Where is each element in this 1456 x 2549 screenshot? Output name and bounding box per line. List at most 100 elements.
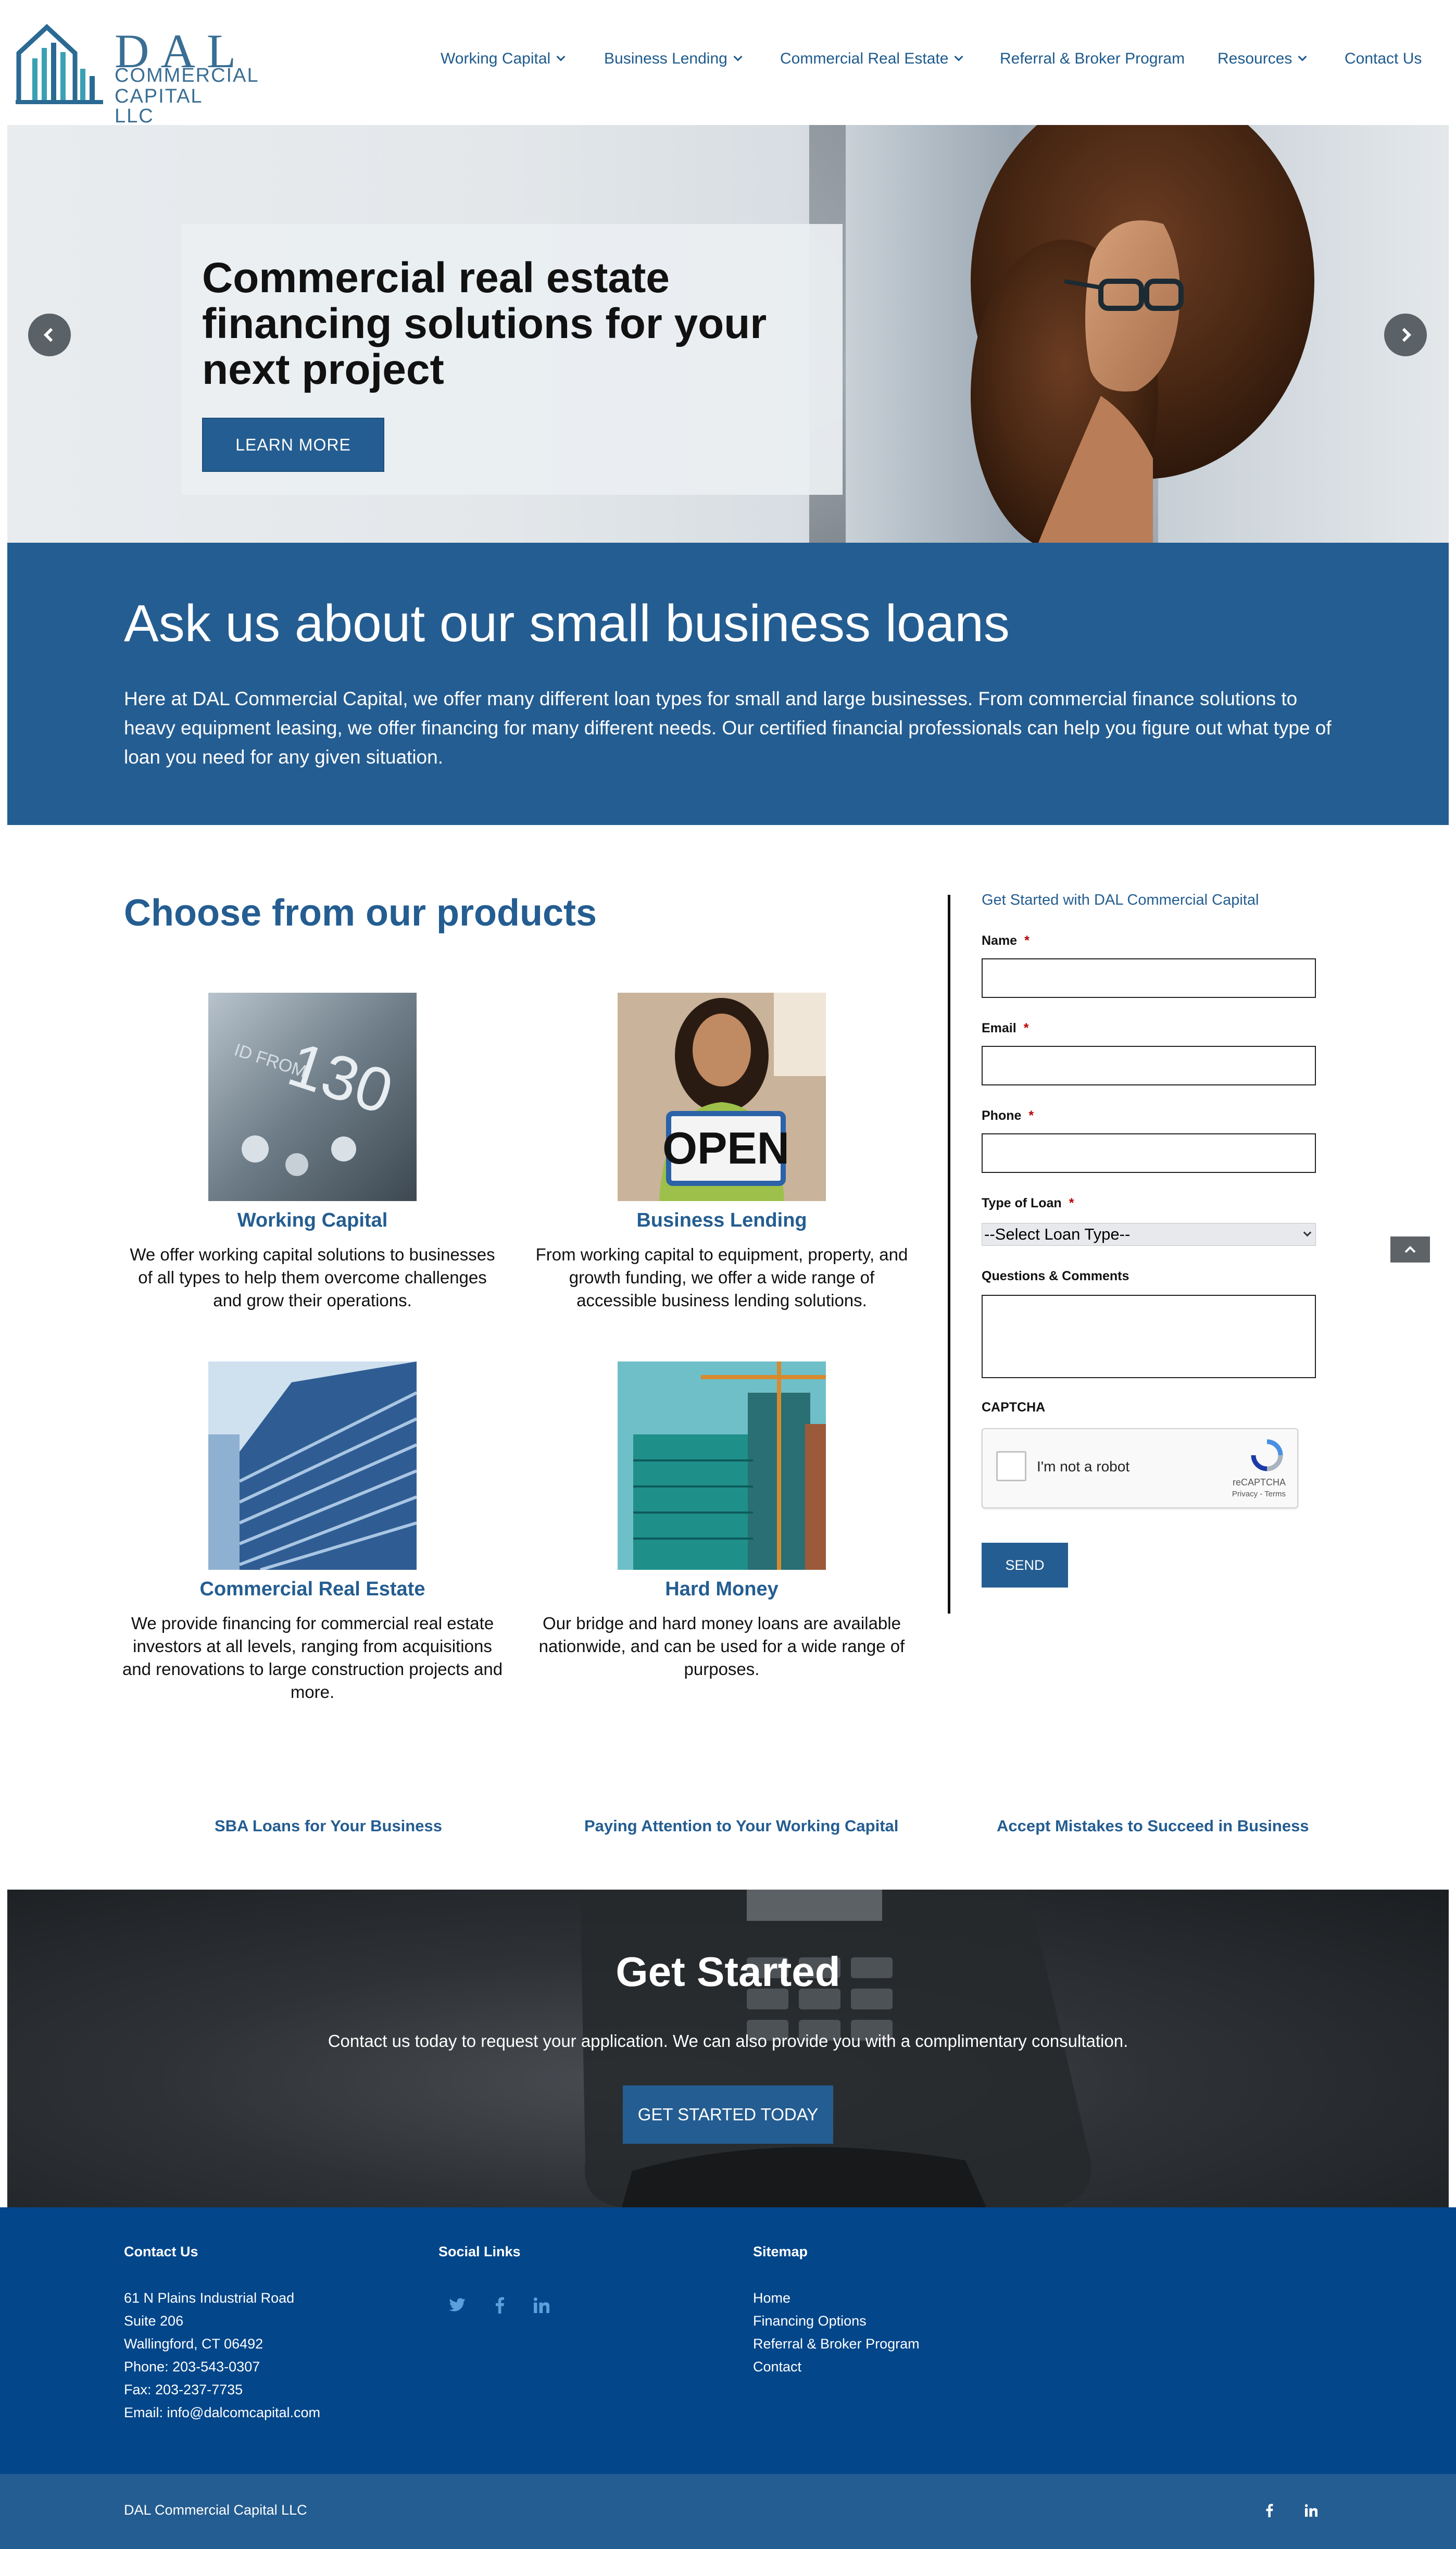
sitemap-link-contact[interactable]: Contact (753, 2355, 801, 2378)
product-description: We provide financing for commercial real… (122, 1614, 503, 1702)
chevron-up-icon (1404, 1246, 1416, 1253)
nav-item-referral-broker[interactable]: Referral & Broker Program (1000, 50, 1185, 68)
scroll-to-top-button[interactable] (1390, 1236, 1430, 1263)
facebook-icon[interactable] (489, 2295, 510, 2316)
comments-label: Questions & Comments (982, 1269, 1129, 1283)
product-description: Our bridge and hard money loans are avai… (538, 1614, 905, 1679)
hero-title: Commercial real estate financing solutio… (202, 254, 767, 393)
get-started-section: Get Started Contact us today to request … (7, 1890, 1449, 2207)
nav-item-contact-us[interactable]: Contact Us (1345, 50, 1422, 68)
phone-label: Phone * (982, 1108, 1034, 1123)
email-field[interactable] (982, 1046, 1316, 1085)
hero-woman-image (971, 125, 1314, 543)
ask-section: Ask us about our small business loans He… (7, 543, 1449, 825)
nav-item-label: Referral & Broker Program (1000, 50, 1185, 67)
hero-slider: Commercial real estate financing solutio… (7, 125, 1449, 543)
recaptcha-terms-link[interactable]: Privacy - Terms (1232, 1490, 1286, 1498)
recaptcha-widget: I'm not a robot reCAPTCHA Privacy - Term… (982, 1428, 1298, 1508)
copyright-text: DAL Commercial Capital LLC (124, 2502, 307, 2518)
hero-caption-box: Commercial real estate financing solutio… (181, 224, 843, 495)
open-sign-woman-image[interactable]: OPEN (618, 993, 826, 1201)
footer-phone: Phone: 203-543-0307 (124, 2359, 260, 2375)
footer-address-line: Wallingford, CT 06492 (124, 2336, 263, 2352)
chevron-down-icon (556, 52, 566, 61)
learn-more-button[interactable]: LEARN MORE (202, 418, 384, 472)
chevron-down-icon (1303, 1228, 1312, 1237)
required-mark: * (1024, 933, 1030, 948)
construction-site-image[interactable] (618, 1361, 826, 1570)
recaptcha-checkbox[interactable] (996, 1451, 1026, 1481)
nav-item-label: Commercial Real Estate (780, 50, 949, 67)
blog-link-sba-loans[interactable]: SBA Loans for Your Business (215, 1817, 442, 1835)
products-title: Choose from our products (124, 892, 597, 934)
required-mark: * (1023, 1021, 1029, 1035)
credit-card-image[interactable]: 130 ID FROM (208, 993, 417, 1201)
get-started-today-button[interactable]: GET STARTED TODAY (623, 2085, 833, 2144)
nav-item-label: Resources (1217, 50, 1292, 67)
form-heading: Get Started with DAL Commercial Capital (982, 892, 1259, 908)
loan-type-label: Type of Loan * (982, 1196, 1074, 1210)
product-card-hard-money: Hard Money Our bridge and hard money loa… (529, 1361, 914, 1681)
chevron-left-icon (43, 328, 53, 342)
chevron-down-icon (1298, 52, 1307, 61)
get-started-title: Get Started (616, 1948, 840, 1995)
nav-item-label: Contact Us (1345, 50, 1422, 67)
footer-sitemap-title: Sitemap (753, 2244, 808, 2259)
blog-link-working-capital[interactable]: Paying Attention to Your Working Capital (584, 1817, 898, 1835)
sitemap-link-home[interactable]: Home (753, 2286, 790, 2309)
nav-item-label: Business Lending (604, 50, 727, 67)
footer-address-line: 61 N Plains Industrial Road (124, 2290, 295, 2306)
product-card-working-capital: 130 ID FROM Working Capital We offer wor… (120, 993, 505, 1312)
ask-text: Here at DAL Commercial Capital, we offer… (124, 688, 1332, 768)
recaptcha-brand: reCAPTCHA (1232, 1477, 1286, 1488)
linkedin-icon[interactable] (531, 2295, 552, 2316)
name-field[interactable] (982, 958, 1316, 998)
comments-textarea[interactable] (982, 1295, 1316, 1378)
facebook-icon[interactable] (1260, 2501, 1279, 2520)
slider-next-button[interactable] (1384, 314, 1427, 356)
footer-email-link[interactable]: Email: info@dalcomcapital.com (124, 2401, 320, 2424)
site-footer: Contact Us 61 N Plains Industrial Road S… (0, 2207, 1456, 2474)
sitemap-link-referral-broker[interactable]: Referral & Broker Program (753, 2332, 920, 2355)
footer-fax: Fax: 203-237-7735 (124, 2382, 243, 2397)
section-divider (948, 895, 950, 1614)
blog-link-accept-mistakes[interactable]: Accept Mistakes to Succeed in Business (997, 1817, 1309, 1835)
product-name-link[interactable]: Business Lending (529, 1209, 914, 1232)
footer-contact-title: Contact Us (124, 2244, 198, 2259)
chevron-down-icon (733, 52, 743, 61)
site-header: DAL COMMERCIAL CAPITAL LLC Working Capit… (0, 0, 1456, 126)
twitter-icon[interactable] (447, 2295, 468, 2316)
captcha-label: CAPTCHA (982, 1400, 1046, 1415)
name-label: Name * (982, 933, 1030, 948)
contact-form: Get Started with DAL Commercial Capital … (982, 892, 1336, 1588)
linkedin-icon[interactable] (1302, 2501, 1321, 2520)
required-mark: * (1069, 1196, 1074, 1210)
chevron-down-icon (954, 52, 963, 61)
office-building-image[interactable] (208, 1361, 417, 1570)
product-description: From working capital to equipment, prope… (535, 1245, 908, 1310)
recaptcha-label: I'm not a robot (1037, 1458, 1130, 1475)
slider-prev-button[interactable] (28, 314, 71, 356)
product-card-business-lending: OPEN Business Lending From working capit… (529, 993, 914, 1312)
required-mark: * (1028, 1108, 1034, 1123)
product-card-commercial-real-estate: Commercial Real Estate We provide financ… (120, 1361, 505, 1704)
nav-item-label: Working Capital (441, 50, 551, 67)
product-name-link[interactable]: Commercial Real Estate (120, 1578, 505, 1601)
send-button[interactable]: SEND (982, 1543, 1068, 1588)
nav-item-commercial-real-estate[interactable]: Commercial Real Estate (780, 50, 963, 68)
chevron-right-icon (1402, 328, 1412, 342)
nav-item-business-lending[interactable]: Business Lending (604, 50, 743, 68)
product-name-link[interactable]: Working Capital (120, 1209, 505, 1232)
phone-field[interactable] (982, 1133, 1316, 1173)
footer-bottom-bar: DAL Commercial Capital LLC (0, 2474, 1456, 2549)
get-started-text: Contact us today to request your applica… (328, 2031, 1128, 2051)
recaptcha-logo-icon (1251, 1439, 1283, 1471)
nav-item-working-capital[interactable]: Working Capital (441, 50, 566, 68)
loan-type-select[interactable]: --Select Loan Type-- (982, 1223, 1316, 1246)
footer-address-line: Suite 206 (124, 2313, 184, 2329)
loan-type-selected-value: --Select Loan Type-- (984, 1225, 1131, 1243)
sitemap-link-financing-options[interactable]: Financing Options (753, 2309, 867, 2332)
product-name-link[interactable]: Hard Money (529, 1578, 914, 1601)
product-description: We offer working capital solutions to bu… (130, 1245, 495, 1310)
nav-item-resources[interactable]: Resources (1217, 50, 1307, 68)
